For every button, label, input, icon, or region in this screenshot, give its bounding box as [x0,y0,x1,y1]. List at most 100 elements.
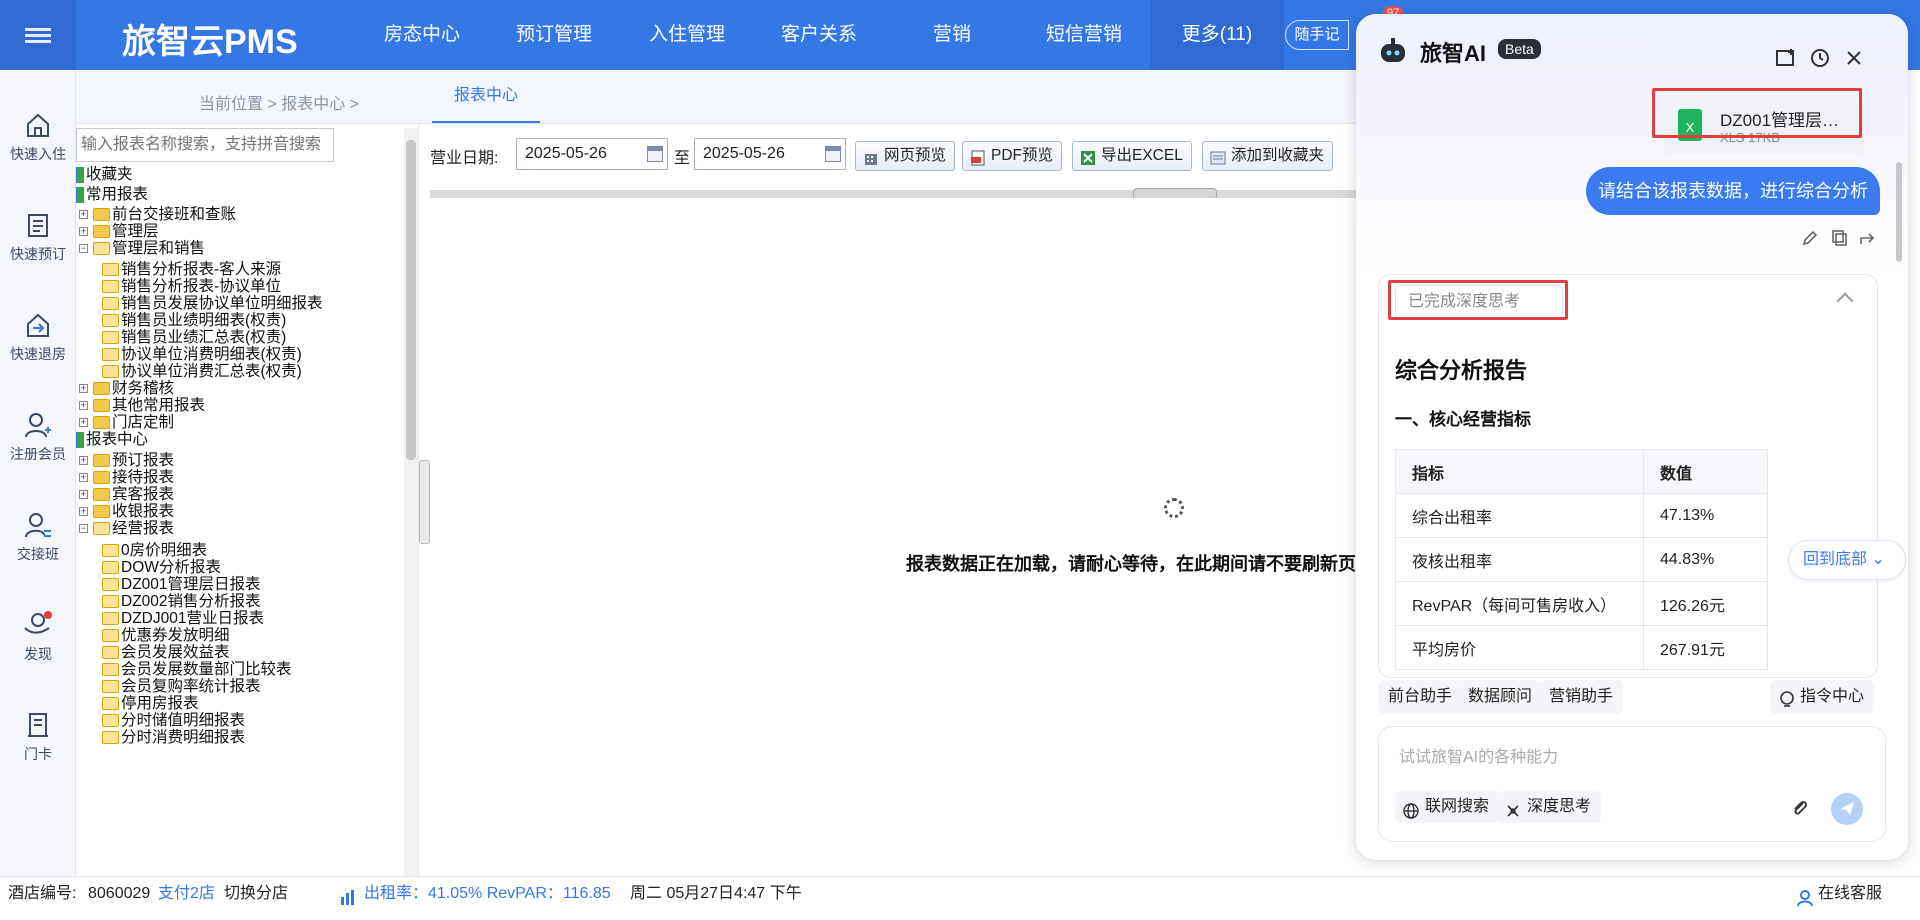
command-center-button[interactable]: 指令中心 [1770,680,1875,714]
quick-shift-handover[interactable]: 交接班 [0,510,76,564]
quick-booking[interactable]: 快速预订 [0,210,76,264]
nav-booking[interactable]: 预订管理 [492,0,616,70]
notes-button[interactable]: 随手记 [1285,20,1349,50]
quick-door-card[interactable]: 门卡 [0,710,76,764]
history-icon[interactable] [1808,46,1832,70]
chat-scrollbar[interactable] [1896,162,1902,262]
nav-marketing[interactable]: 营销 [890,0,1014,70]
quick-register-label: 注册会员 [10,446,66,462]
table-header: 数值 [1643,449,1768,494]
date-from-input[interactable]: 2025-05-26 [516,138,668,170]
quick-checkin[interactable]: 快速入住 [0,110,76,164]
online-service-link[interactable]: 在线客服 [1818,877,1882,911]
tree-root[interactable]: 报表中心 [76,429,148,450]
calendar-icon[interactable] [825,146,841,162]
report-viewer [430,198,1360,876]
card-icon [28,713,48,737]
quick-checkout-label: 快速退房 [10,346,66,362]
quick-register-member[interactable]: 注册会员 [0,410,76,464]
chevron-up-icon[interactable] [1836,292,1854,310]
table-cell: 综合出租率 [1395,493,1644,538]
tab-report-center[interactable]: 报表中心 [432,70,540,123]
table-cell: RevPAR（每间可售房收入） [1395,581,1644,626]
export-excel-label: 导出EXCEL [1101,147,1183,164]
expand-icon[interactable]: + [79,490,88,500]
tree-scrollbar-thumb[interactable] [406,140,416,460]
new-chat-icon[interactable] [1774,46,1798,70]
back-to-bottom-button[interactable]: 回到底部 ⌄ [1788,540,1906,580]
collapse-icon[interactable]: − [79,524,88,534]
calendar-icon[interactable] [647,146,663,162]
quick-checkout[interactable]: 快速退房 [0,310,76,364]
expand-icon[interactable]: + [79,227,88,237]
send-button[interactable] [1831,793,1863,825]
table-row: 平均房价 267.91元 [1395,625,1768,670]
nav-room-status[interactable]: 房态中心 [360,0,484,70]
expand-icon[interactable]: + [79,473,88,483]
tree-root[interactable]: 收藏夹 [76,164,133,185]
pdf-icon [970,148,986,166]
tree-scrollbar[interactable] [404,128,418,876]
folder-icon [102,365,119,379]
switch-store-button[interactable]: 切换分店 [224,877,288,911]
highlight-box-thinking [1388,280,1568,320]
folder-icon [102,731,119,745]
deep-think-icon [1505,799,1521,817]
nav-crm[interactable]: 客户关系 [757,0,881,70]
add-favorite-button[interactable]: 添加到收藏夹 [1202,141,1334,171]
loading-spinner-icon [1164,498,1184,518]
expand-icon[interactable]: + [79,507,88,517]
ai-assistant-panel: 旅智AI Beta X DZ001管理层… XLS 17KB 请结合该报表数据，… [1356,14,1908,860]
tree-root[interactable]: 常用报表 [76,184,148,205]
ai-input-box[interactable]: 试试旅智AI的各种能力 联网搜索 深度思考 [1378,726,1886,842]
export-excel-button[interactable]: 导出EXCEL [1072,141,1192,171]
expand-icon[interactable]: + [79,384,88,394]
nav-sms[interactable]: 短信营销 [1022,0,1146,70]
marketing-assistant-chip[interactable]: 营销助手 [1539,680,1624,714]
splitter-collapse-handle[interactable] [419,460,430,544]
expand-icon[interactable]: + [79,210,88,220]
report-group-icon [76,166,84,183]
expand-icon[interactable]: + [79,456,88,466]
pay-store-link[interactable]: 支付2店 [158,877,215,911]
paperclip-icon[interactable] [1789,797,1809,822]
collapse-icon[interactable]: − [79,244,88,254]
tree-folder[interactable]: − 管理层和销售 [79,238,205,259]
report-search-input[interactable] [76,128,334,162]
data-advisor-chip[interactable]: 数据顾问 [1458,680,1543,714]
share-icon[interactable] [1858,228,1878,248]
occupancy-metrics: 出租率：41.05% RevPAR：116.85 [364,885,611,902]
folder-icon [102,314,119,328]
folder-icon [93,471,110,485]
web-preview-button[interactable]: 网页预览 [855,141,956,171]
deep-think-toggle[interactable]: 深度思考 [1497,791,1602,823]
expand-icon[interactable]: + [79,418,88,428]
chevron-down-icon: ⌄ [1871,551,1885,568]
date-to-input[interactable]: 2025-05-26 [694,138,846,170]
beta-badge: Beta [1498,39,1541,59]
nav-checkin[interactable]: 入住管理 [625,0,749,70]
menu-toggle-button[interactable] [0,0,76,70]
folder-icon [93,242,110,256]
expand-icon[interactable]: + [79,401,88,411]
status-bar: 酒店编号: 8060029 支付2店 切换分店 出租率：41.05% RevPA… [0,876,1920,911]
tree-leaf-report[interactable]: 分时消费明细报表 [102,727,245,748]
folder-icon [102,331,119,345]
tree-label: 分时消费明细报表 [121,729,246,746]
report-tree: 收藏夹 常用报表 + 前台交接班和查账 + 管理层 − 管理层和销售 销售分析报表-客人来源 销售… [76,164,406,876]
web-search-toggle[interactable]: 联网搜索 [1395,791,1500,823]
edit-icon[interactable] [1800,228,1820,248]
folder-icon [93,208,110,222]
front-desk-assistant-chip[interactable]: 前台助手 [1378,680,1463,714]
app-logo: 旅智云PMS [122,23,298,61]
ai-answer-card: 已完成深度思考 综合分析报告 一、核心经营指标 指标 数值 综合出租率 47.13… [1378,274,1878,678]
pdf-preview-button[interactable]: PDF预览 [962,141,1063,171]
nav-more[interactable]: 更多(11) [1150,0,1284,70]
quick-discover[interactable]: 发现 [0,610,76,664]
date-to-label: 至 [674,150,691,167]
tree-folder[interactable]: − 经营报表 [79,518,174,539]
copy-icon[interactable] [1830,228,1850,248]
close-icon[interactable] [1842,46,1866,70]
table-header-row: 指标 数值 [1395,449,1768,494]
report-divider [430,190,1360,198]
